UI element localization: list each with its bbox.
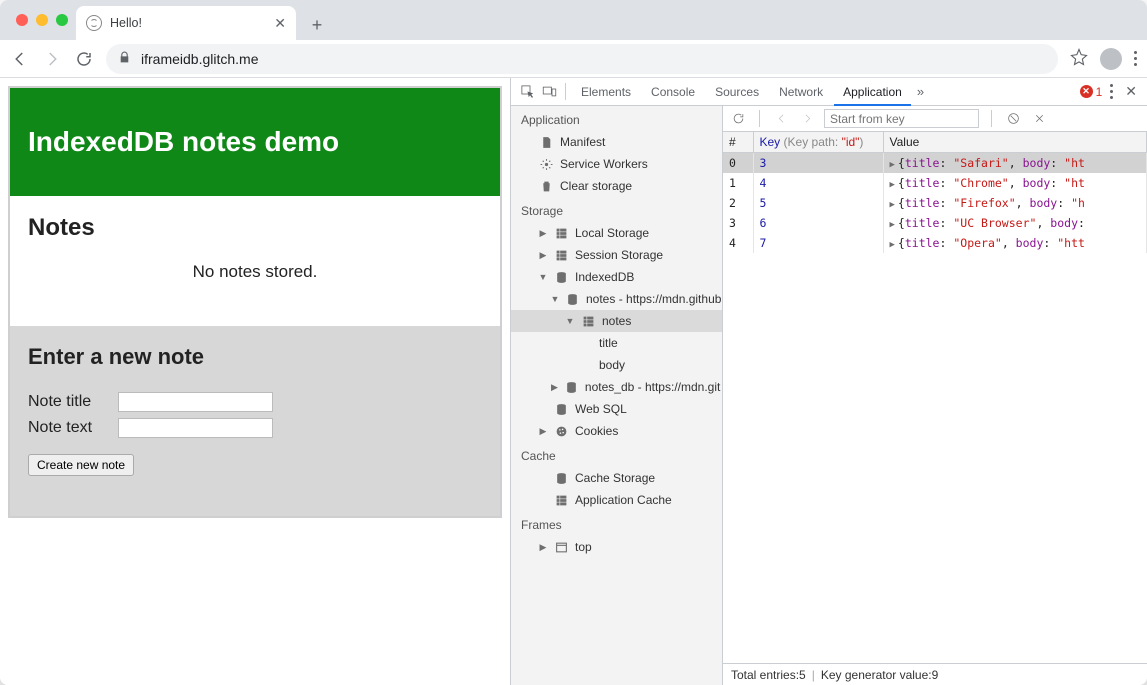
browser-menu-button[interactable] — [1134, 51, 1137, 66]
browser-toolbar: iframeidb.glitch.me — [0, 40, 1147, 78]
maximize-window-button[interactable] — [56, 14, 68, 26]
devtools-menu-button[interactable] — [1110, 84, 1113, 99]
sidebar-item-application-cache[interactable]: ▶Application Cache — [511, 489, 722, 511]
minimize-window-button[interactable] — [36, 14, 48, 26]
sidebar-item-session-storage[interactable]: ▶Session Storage — [511, 244, 722, 266]
close-window-button[interactable] — [16, 14, 28, 26]
start-from-key-input[interactable] — [824, 109, 979, 128]
sidebar-item-clear-storage[interactable]: Clear storage — [511, 175, 722, 197]
devtools-tabbar: Elements Console Sources Network Applica… — [511, 78, 1147, 106]
note-title-label: Note title — [28, 393, 108, 411]
document-icon — [539, 135, 553, 149]
refresh-icon[interactable] — [729, 110, 747, 128]
sidebar-item-service-workers[interactable]: Service Workers — [511, 153, 722, 175]
sidebar-cat-storage: Storage — [511, 197, 722, 222]
close-tab-icon[interactable]: ✕ — [274, 15, 286, 32]
sidebar-cat-frames: Frames — [511, 511, 722, 536]
sidebar-cat-cache: Cache — [511, 442, 722, 467]
idb-data-panel: # Key (Key path: "id") Value 03▶{title"S… — [723, 106, 1147, 685]
grid-icon — [554, 226, 568, 240]
reload-button[interactable] — [74, 49, 94, 69]
address-bar[interactable]: iframeidb.glitch.me — [106, 44, 1058, 74]
application-sidebar: Application Manifest Service Workers Cle… — [511, 106, 723, 685]
sidebar-cat-application: Application — [511, 106, 722, 131]
url-text: iframeidb.glitch.me — [141, 51, 259, 67]
browser-tab[interactable]: Hello! ✕ — [76, 6, 296, 40]
page-viewport: IndexedDB notes demo Notes No notes stor… — [0, 78, 510, 685]
sidebar-item-idb-index-title[interactable]: title — [511, 332, 722, 354]
forward-button[interactable] — [42, 49, 62, 69]
idb-toolbar — [723, 106, 1147, 132]
database-icon — [565, 380, 578, 394]
globe-icon — [86, 15, 102, 31]
table-row[interactable]: 03▶{title"Safari", body"ht — [723, 153, 1147, 174]
sidebar-item-idb-notes-origin[interactable]: ▼notes - https://mdn.github — [511, 288, 722, 310]
device-toolbar-icon[interactable] — [539, 82, 559, 102]
database-icon — [566, 292, 579, 306]
database-icon — [554, 471, 568, 485]
back-button[interactable] — [10, 49, 30, 69]
frame-icon — [554, 540, 568, 554]
prev-page-icon[interactable] — [772, 110, 790, 128]
page-title: IndexedDB notes demo — [10, 88, 500, 196]
sidebar-item-local-storage[interactable]: ▶Local Storage — [511, 222, 722, 244]
tab-console[interactable]: Console — [642, 78, 704, 106]
bookmark-icon[interactable] — [1070, 48, 1088, 69]
idb-status-bar: Total entries: 5 | Key generator value: … — [723, 663, 1147, 685]
table-row[interactable]: 14▶{title"Chrome", body"ht — [723, 173, 1147, 193]
tab-network[interactable]: Network — [770, 78, 832, 106]
sidebar-item-cookies[interactable]: ▶Cookies — [511, 420, 722, 442]
sidebar-item-idb-notesdb-origin[interactable]: ▶notes_db - https://mdn.git — [511, 376, 722, 398]
grid-icon — [554, 248, 568, 262]
clear-store-icon[interactable] — [1004, 110, 1022, 128]
notes-heading: Notes — [28, 214, 482, 242]
lock-icon — [118, 51, 131, 67]
inspect-element-icon[interactable] — [517, 82, 537, 102]
grid-icon — [581, 314, 595, 328]
next-page-icon[interactable] — [798, 110, 816, 128]
create-note-button[interactable]: Create new note — [28, 454, 134, 476]
table-row[interactable]: 36▶{title"UC Browser", body — [723, 213, 1147, 233]
note-title-input[interactable] — [118, 392, 273, 412]
tab-sources[interactable]: Sources — [706, 78, 768, 106]
trash-icon — [539, 179, 553, 193]
cookie-icon — [554, 424, 568, 438]
window-controls — [12, 0, 76, 40]
grid-icon — [554, 493, 568, 507]
more-tabs-button[interactable]: » — [913, 84, 928, 99]
sidebar-item-manifest[interactable]: Manifest — [511, 131, 722, 153]
sidebar-item-indexeddb[interactable]: ▼IndexedDB — [511, 266, 722, 288]
col-index[interactable]: # — [723, 132, 753, 153]
sidebar-item-idb-index-body[interactable]: body — [511, 354, 722, 376]
sidebar-item-cache-storage[interactable]: ▶Cache Storage — [511, 467, 722, 489]
idb-data-grid[interactable]: # Key (Key path: "id") Value 03▶{title"S… — [723, 132, 1147, 663]
tab-elements[interactable]: Elements — [572, 78, 640, 106]
profile-avatar[interactable] — [1100, 48, 1122, 70]
tab-title: Hello! — [110, 16, 142, 30]
sidebar-item-idb-store-notes[interactable]: ▼notes — [511, 310, 722, 332]
empty-message: No notes stored. — [28, 262, 482, 302]
database-icon — [554, 270, 568, 284]
sidebar-item-web-sql[interactable]: ▶Web SQL — [511, 398, 722, 420]
col-value[interactable]: Value — [883, 132, 1147, 153]
database-icon — [554, 402, 568, 416]
tab-strip: Hello! ✕ + — [0, 0, 1147, 40]
error-icon: ✕ — [1080, 85, 1093, 98]
note-text-label: Note text — [28, 419, 108, 437]
table-row[interactable]: 25▶{title"Firefox", body"h — [723, 193, 1147, 213]
new-tab-button[interactable]: + — [302, 10, 332, 40]
table-row[interactable]: 47▶{title"Opera", body"htt — [723, 233, 1147, 253]
devtools-panel: Elements Console Sources Network Applica… — [510, 78, 1147, 685]
sidebar-item-frame-top[interactable]: ▶top — [511, 536, 722, 558]
gear-icon — [539, 157, 553, 171]
error-badge[interactable]: ✕1 — [1080, 85, 1103, 99]
tab-application[interactable]: Application — [834, 78, 911, 106]
note-text-input[interactable] — [118, 418, 273, 438]
delete-selected-icon[interactable] — [1030, 110, 1048, 128]
devtools-close-button[interactable]: ✕ — [1121, 83, 1141, 100]
form-heading: Enter a new note — [28, 344, 482, 370]
col-key[interactable]: Key (Key path: "id") — [753, 132, 883, 153]
